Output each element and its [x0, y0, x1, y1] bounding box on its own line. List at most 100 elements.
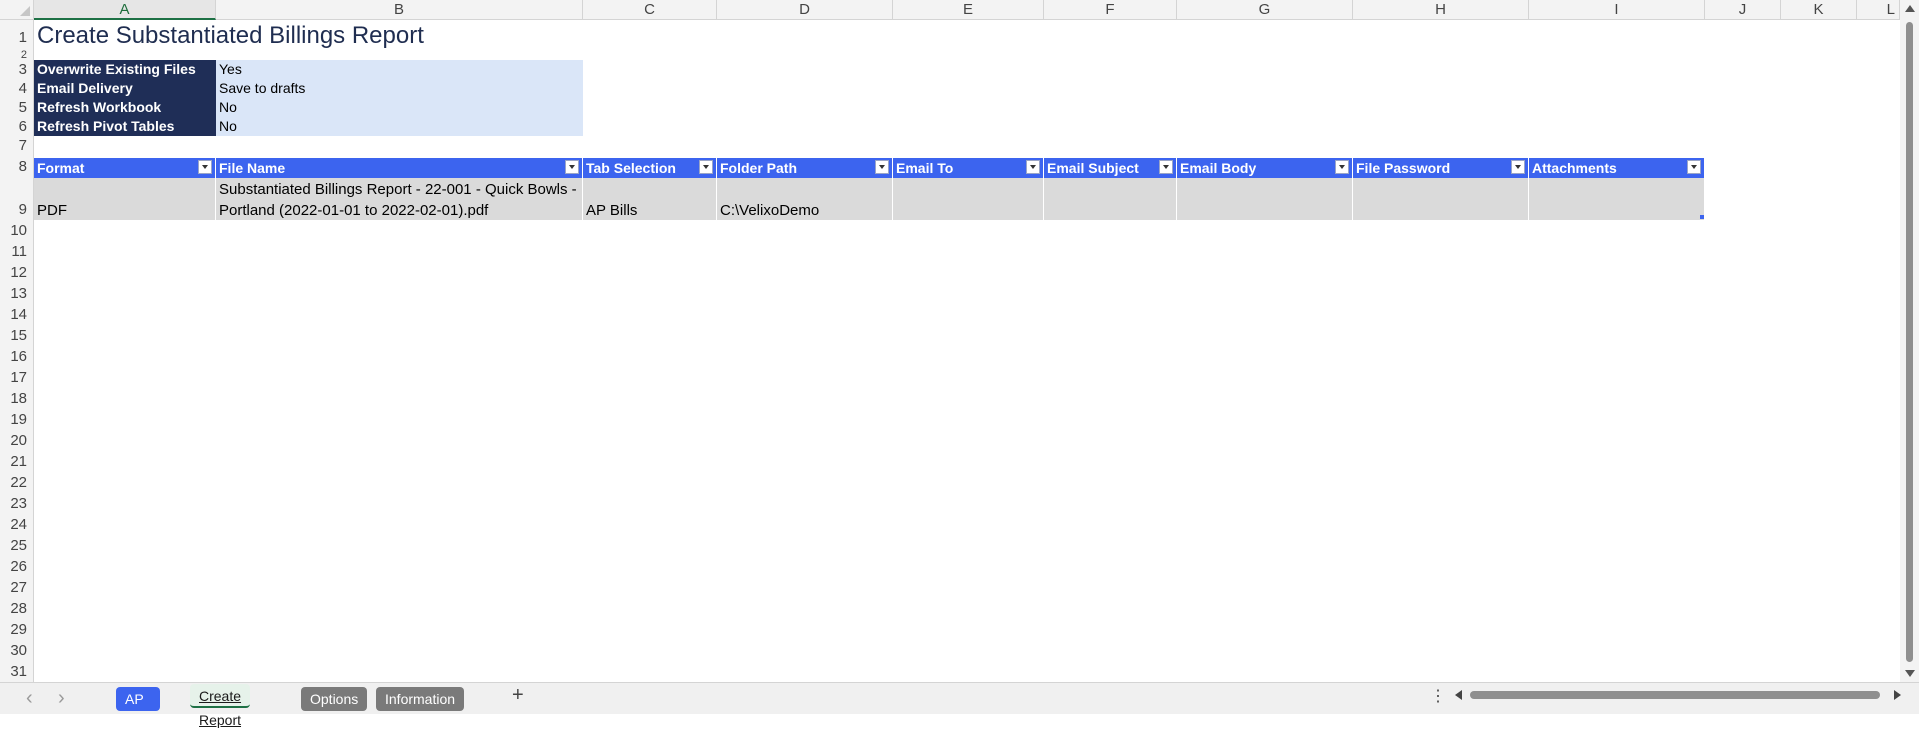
row-header-27[interactable]: 27	[0, 577, 34, 598]
table-header-label: Format	[37, 160, 85, 176]
cell-file-name[interactable]: Substantiated Billings Report - 22-001 -…	[216, 178, 583, 220]
table-header-attachments[interactable]: Attachments	[1529, 158, 1705, 178]
column-header-j[interactable]: J	[1705, 0, 1781, 20]
row-header-28[interactable]: 28	[0, 598, 34, 619]
option-value-email-delivery[interactable]: Save to drafts	[216, 79, 583, 98]
add-sheet-icon[interactable]: +	[512, 684, 524, 707]
prev-sheet-icon[interactable]: ‹	[26, 687, 33, 710]
column-header-h[interactable]: H	[1353, 0, 1529, 20]
row-header-5[interactable]: 5	[0, 97, 34, 116]
column-header-b[interactable]: B	[216, 0, 583, 20]
option-label-refresh-workbook[interactable]: Refresh Workbook	[34, 98, 216, 117]
table-header-folder-path[interactable]: Folder Path	[717, 158, 893, 178]
row-header-15[interactable]: 15	[0, 325, 34, 346]
filter-dropdown-icon[interactable]	[699, 160, 713, 174]
row-header-26[interactable]: 26	[0, 556, 34, 577]
option-value-overwrite[interactable]: Yes	[216, 60, 583, 79]
table-header-email-to[interactable]: Email To	[893, 158, 1044, 178]
spreadsheet-grid[interactable]: A B C D E F G H I J K L 1 2 3 4 5 6 7 8 …	[0, 0, 1919, 714]
more-options-icon[interactable]: ⋮	[1430, 686, 1446, 706]
row-header-1[interactable]: 1	[0, 20, 34, 49]
row-header-8[interactable]: 8	[0, 156, 34, 177]
column-header-c[interactable]: C	[583, 0, 717, 20]
row-header-29[interactable]: 29	[0, 619, 34, 640]
sheet-tab-ap-bills[interactable]: AP Bills	[116, 687, 160, 731]
column-header-d[interactable]: D	[717, 0, 893, 20]
row-header-7[interactable]: 7	[0, 135, 34, 156]
sheet-tab-create-report[interactable]: Create Report	[190, 684, 251, 728]
row-header-19[interactable]: 19	[0, 409, 34, 430]
table-resize-handle[interactable]	[1700, 215, 1704, 219]
cell-email-body[interactable]	[1177, 178, 1353, 220]
row-header-30[interactable]: 30	[0, 640, 34, 661]
column-header-i[interactable]: I	[1529, 0, 1705, 20]
filter-dropdown-icon[interactable]	[1335, 160, 1349, 174]
row-header-6[interactable]: 6	[0, 116, 34, 135]
option-label-overwrite[interactable]: Overwrite Existing Files	[34, 60, 216, 79]
filter-dropdown-icon[interactable]	[1159, 160, 1173, 174]
row-header-21[interactable]: 21	[0, 451, 34, 472]
select-all-corner[interactable]	[0, 0, 34, 20]
option-value-refresh-workbook[interactable]: No	[216, 98, 583, 117]
filter-dropdown-icon[interactable]	[1687, 160, 1701, 174]
table-header-tab-selection[interactable]: Tab Selection	[583, 158, 717, 178]
column-header-a[interactable]: A	[34, 0, 216, 20]
cell-email-to[interactable]	[893, 178, 1044, 220]
row-header-20[interactable]: 20	[0, 430, 34, 451]
column-header-g[interactable]: G	[1177, 0, 1353, 20]
row-header-3[interactable]: 3	[0, 59, 34, 78]
column-header-e[interactable]: E	[893, 0, 1044, 20]
cell-value: PDF	[37, 202, 67, 219]
filter-dropdown-icon[interactable]	[1026, 160, 1040, 174]
column-header-f[interactable]: F	[1044, 0, 1177, 20]
option-label-email-delivery[interactable]: Email Delivery	[34, 79, 216, 98]
sheet-tab-information[interactable]: Information	[376, 687, 465, 711]
report-title[interactable]: Create Substantiated Billings Report	[37, 22, 424, 50]
row-header-23[interactable]: 23	[0, 493, 34, 514]
cell-tab-selection[interactable]: AP Bills	[583, 178, 717, 220]
row-header-9[interactable]: 9	[0, 177, 34, 220]
row-header-13[interactable]: 13	[0, 283, 34, 304]
filter-dropdown-icon[interactable]	[198, 160, 212, 174]
vertical-scrollbar[interactable]	[1900, 0, 1919, 682]
row-header-24[interactable]: 24	[0, 514, 34, 535]
column-header-k[interactable]: K	[1781, 0, 1857, 20]
row-header-17[interactable]: 17	[0, 367, 34, 388]
row-header-16[interactable]: 16	[0, 346, 34, 367]
row-header-18[interactable]: 18	[0, 388, 34, 409]
row-header-22[interactable]: 22	[0, 472, 34, 493]
scroll-right-icon[interactable]	[1894, 690, 1901, 700]
table-header-label: Email Body	[1180, 160, 1257, 176]
table-header-format[interactable]: Format	[34, 158, 216, 178]
table-header-email-subject[interactable]: Email Subject	[1044, 158, 1177, 178]
scroll-left-icon[interactable]	[1455, 690, 1462, 700]
option-label-refresh-pivot[interactable]: Refresh Pivot Tables	[34, 117, 216, 136]
row-header-12[interactable]: 12	[0, 262, 34, 283]
row-header-31[interactable]: 31	[0, 661, 34, 682]
scroll-thumb[interactable]	[1906, 22, 1913, 662]
scroll-thumb[interactable]	[1470, 691, 1880, 699]
row-header-25[interactable]: 25	[0, 535, 34, 556]
filter-dropdown-icon[interactable]	[565, 160, 579, 174]
scroll-down-icon[interactable]	[1905, 670, 1915, 677]
option-value-refresh-pivot[interactable]: No	[216, 117, 583, 136]
next-sheet-icon[interactable]: ›	[58, 687, 65, 710]
row-header-10[interactable]: 10	[0, 220, 34, 241]
cell-attachments[interactable]	[1529, 178, 1705, 220]
row-header-14[interactable]: 14	[0, 304, 34, 325]
filter-dropdown-icon[interactable]	[875, 160, 889, 174]
row-header-11[interactable]: 11	[0, 241, 34, 262]
table-header-file-password[interactable]: File Password	[1353, 158, 1529, 178]
table-header-file-name[interactable]: File Name	[216, 158, 583, 178]
sheet-tab-options[interactable]: Options	[301, 687, 368, 711]
scroll-up-icon[interactable]	[1905, 5, 1915, 12]
cell-email-subject[interactable]	[1044, 178, 1177, 220]
cell-file-password[interactable]	[1353, 178, 1529, 220]
horizontal-scrollbar[interactable]	[1455, 687, 1901, 703]
filter-dropdown-icon[interactable]	[1511, 160, 1525, 174]
table-header-email-body[interactable]: Email Body	[1177, 158, 1353, 178]
cell-format[interactable]: PDF	[34, 178, 216, 220]
column-header-l[interactable]: L	[1857, 0, 1900, 20]
row-header-4[interactable]: 4	[0, 78, 34, 97]
cell-folder-path[interactable]: C:\VelixoDemo	[717, 178, 893, 220]
